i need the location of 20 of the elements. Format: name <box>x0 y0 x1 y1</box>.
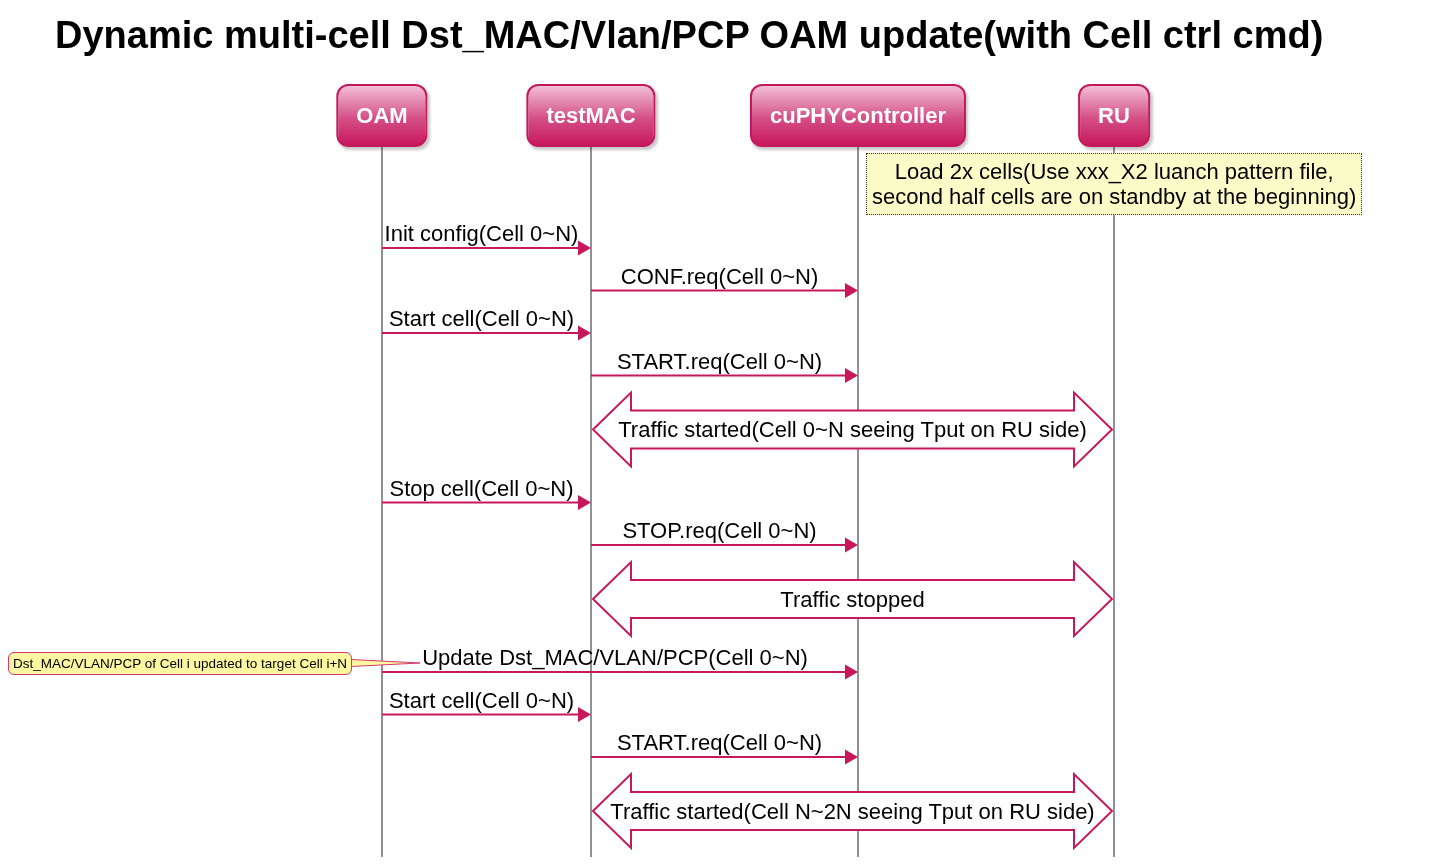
message-label: START.req(Cell 0~N) <box>616 730 823 755</box>
message-label: Start cell(Cell 0~N) <box>388 687 575 713</box>
message-label: Start cell(Cell 0~N) <box>388 306 575 331</box>
callout-pointer <box>350 659 421 667</box>
message-label: Update Dst_MAC/VLAN/PCP(Cell 0~N) <box>422 645 808 670</box>
participant-header: RU <box>1078 84 1150 147</box>
double-arrow-label: Traffic started(Cell N~2N seeing Tput on RU side) <box>610 798 1095 824</box>
note: Load 2x cells(Use xxx_X2 luanch pattern file, second half cells are on standby at the beginning) <box>866 153 1363 215</box>
message-label: CONF.req(Cell 0~N) <box>620 263 819 289</box>
message-label: START.req(Cell 0~N) <box>616 348 823 374</box>
message-label: Stop cell(Cell 0~N) <box>389 475 574 501</box>
participant-header: OAM <box>336 84 428 147</box>
participant-header: cuPHYController <box>750 84 966 147</box>
double-arrow-label: Traffic started(Cell 0~N seeing Tput on RU side) <box>618 417 1087 442</box>
double-arrow-label: Traffic stopped <box>780 586 925 612</box>
message-label: Init config(Cell 0~N) <box>384 221 579 246</box>
callout: Dst_MAC/VLAN/PCP of Cell i updated to target Cell i+N <box>8 651 353 675</box>
participant-header: testMAC <box>526 84 656 147</box>
diagram-title: Dynamic multi-cell Dst_MAC/Vlan/PCP OAM update(with Cell ctrl cmd) <box>55 13 1324 57</box>
message-label: STOP.req(Cell 0~N) <box>622 518 817 543</box>
